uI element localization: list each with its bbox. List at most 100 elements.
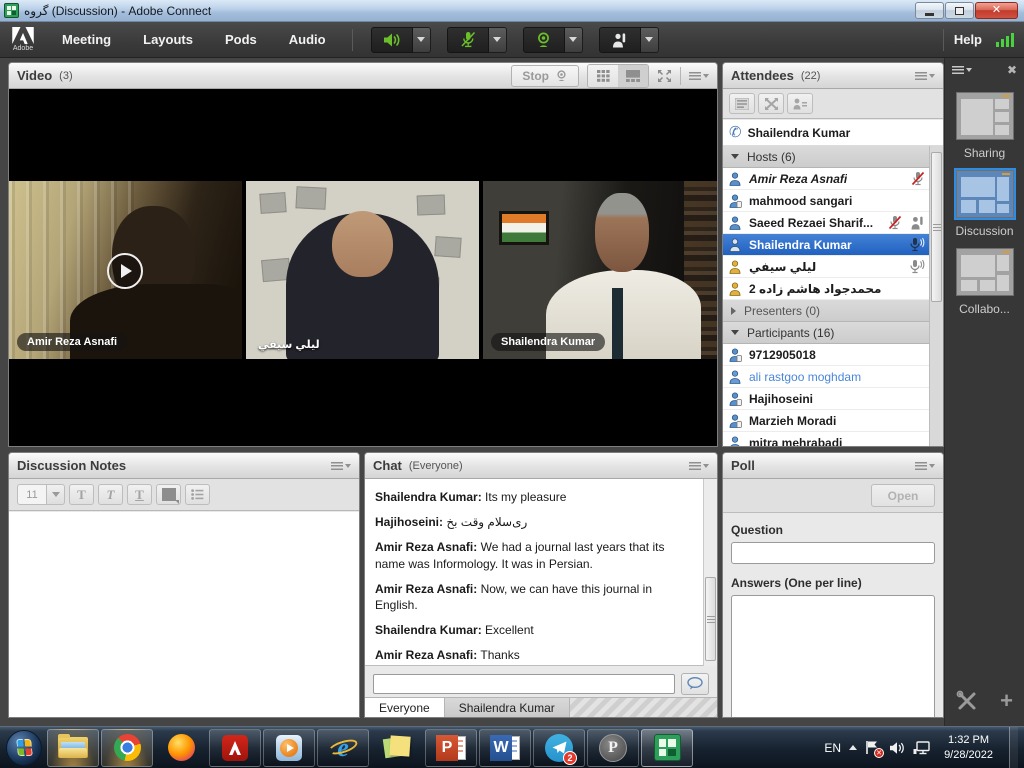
mic-muted-icon — [911, 171, 925, 186]
taskbar-powerpoint[interactable]: P — [425, 729, 477, 767]
volume-icon[interactable] — [889, 741, 905, 755]
poll-pod-menu-icon[interactable] — [915, 462, 935, 470]
italic-button[interactable]: T — [98, 484, 123, 505]
layout-bar-menu-icon[interactable] — [952, 66, 972, 74]
underline-button[interactable]: T — [127, 484, 152, 505]
attendee-status-view-button[interactable] — [787, 93, 813, 114]
participants-section-header[interactable]: Participants (16) — [723, 322, 943, 344]
attendee-row[interactable]: Saeed Rezaei Sharif... — [723, 212, 943, 234]
notes-editor[interactable] — [9, 512, 359, 717]
restore-button[interactable] — [945, 2, 974, 19]
grid-view-button[interactable] — [588, 65, 618, 87]
presenters-section-header[interactable]: Presenters (0) — [723, 300, 943, 322]
show-desktop-button[interactable] — [1009, 727, 1018, 768]
attendee-row-selected[interactable]: Shailendra Kumar — [723, 234, 943, 256]
attendees-scrollbar[interactable] — [929, 146, 943, 446]
poll-open-button[interactable]: Open — [871, 484, 935, 507]
text-color-button[interactable] — [156, 484, 181, 505]
taskbar-psiphon[interactable]: P — [587, 729, 639, 767]
start-button[interactable] — [6, 730, 42, 766]
taskbar-clock[interactable]: 1:32 PM 9/28/2022 — [938, 733, 999, 762]
chat-input[interactable] — [373, 674, 675, 694]
attendees-pod-menu-icon[interactable] — [915, 72, 935, 80]
attendee-row[interactable]: Amir Reza Asnafi — [723, 168, 943, 190]
scrollbar-thumb[interactable] — [931, 152, 942, 302]
layout-item-collaboration[interactable]: Collabo... — [945, 248, 1024, 316]
chat-scrollbar[interactable] — [703, 479, 717, 666]
send-message-button[interactable] — [681, 673, 709, 695]
language-indicator[interactable]: EN — [824, 741, 841, 755]
breakout-view-button[interactable] — [758, 93, 784, 114]
attendee-icon — [729, 370, 742, 384]
attendee-row[interactable]: 9712905018 — [723, 344, 943, 366]
layout-tools-icon[interactable] — [956, 690, 978, 712]
taskbar-chrome[interactable] — [101, 729, 153, 767]
speaker-button[interactable] — [371, 27, 413, 53]
chat-pod-menu-icon[interactable] — [689, 462, 709, 470]
close-button[interactable]: ✕ — [975, 2, 1018, 19]
speaker-dropdown[interactable] — [413, 27, 431, 53]
chat-message-list[interactable]: Shailendra Kumar: Its my pleasure Hajiho… — [365, 479, 717, 666]
filmstrip-view-button[interactable] — [618, 65, 648, 87]
taskbar-sticky-notes[interactable] — [371, 729, 423, 767]
phone-attendee-row[interactable]: ✆ Shailendra Kumar — [723, 120, 943, 146]
layout-bar-close-icon[interactable]: ✖ — [1007, 63, 1017, 77]
minimize-button[interactable] — [915, 2, 944, 19]
raise-hand-button[interactable] — [599, 27, 641, 53]
play-overlay-icon[interactable] — [107, 253, 143, 289]
hosts-section-header[interactable]: Hosts (6) — [723, 146, 943, 168]
layout-item-sharing[interactable]: Sharing — [945, 92, 1024, 160]
layout-item-discussion[interactable]: Discussion — [945, 170, 1024, 238]
microphone-dropdown[interactable] — [489, 27, 507, 53]
taskbar-acrobat[interactable] — [209, 729, 261, 767]
stop-webcam-button[interactable]: Stop — [511, 65, 579, 87]
attendee-icon — [729, 260, 742, 274]
speech-bubble-icon — [687, 677, 703, 690]
attendee-row[interactable]: mahmood sangari — [723, 190, 943, 212]
taskbar-firefox[interactable] — [155, 729, 207, 767]
scrollbar-thumb[interactable] — [705, 577, 716, 661]
video-pod-menu-icon[interactable] — [689, 72, 709, 80]
microphone-muted-button[interactable] — [447, 27, 489, 53]
menu-pods[interactable]: Pods — [209, 22, 273, 58]
attendee-row[interactable]: ali rastgoo moghdam — [723, 366, 943, 388]
raise-hand-dropdown[interactable] — [641, 27, 659, 53]
attendee-list-view-button[interactable] — [729, 93, 755, 114]
chat-tab-everyone[interactable]: Everyone — [365, 697, 445, 717]
menu-meeting[interactable]: Meeting — [46, 22, 127, 58]
menu-audio[interactable]: Audio — [273, 22, 342, 58]
taskbar-word[interactable]: W — [479, 729, 531, 767]
taskbar-adobe-connect[interactable] — [641, 729, 693, 767]
font-size-box[interactable]: 11 — [17, 484, 47, 505]
notes-pod-menu-icon[interactable] — [331, 462, 351, 470]
taskbar-ie[interactable]: e — [317, 729, 369, 767]
network-icon[interactable] — [913, 741, 930, 755]
attendee-row[interactable]: Marzieh Moradi — [723, 410, 943, 432]
help-menu[interactable]: Help — [954, 32, 982, 47]
add-layout-icon[interactable]: + — [1000, 690, 1013, 712]
action-center-flag-icon[interactable]: ✕ — [865, 740, 881, 756]
attendee-row[interactable]: Hajihoseini — [723, 388, 943, 410]
poll-question-input[interactable] — [731, 542, 935, 564]
taskbar-explorer[interactable] — [47, 729, 99, 767]
notes-pod-header: Discussion Notes — [9, 453, 359, 479]
webcam-button[interactable] — [523, 27, 565, 53]
attendee-row[interactable]: محمدجواد هاشم زاده 2 — [723, 278, 943, 300]
attendee-name: mahmood sangari — [749, 194, 852, 208]
chat-tab-shailendra[interactable]: Shailendra Kumar — [445, 697, 570, 717]
menu-layouts[interactable]: Layouts — [127, 22, 209, 58]
bold-button[interactable]: T — [69, 484, 94, 505]
webcam-small-icon — [555, 70, 568, 82]
fullscreen-icon[interactable] — [657, 69, 672, 83]
bullet-list-button[interactable] — [185, 484, 210, 505]
show-hidden-icons-button[interactable] — [849, 745, 857, 750]
attendee-row[interactable]: ليلي سيفي — [723, 256, 943, 278]
taskbar-wmp[interactable] — [263, 729, 315, 767]
webcam-dropdown[interactable] — [565, 27, 583, 53]
status-view-icon — [793, 98, 807, 110]
attendee-row[interactable]: mitra mehrabadi — [723, 432, 943, 447]
poll-answers-textarea[interactable] — [731, 595, 935, 718]
taskbar-telegram[interactable]: 2 — [533, 729, 585, 767]
stop-label: Stop — [522, 69, 549, 83]
font-size-dropdown[interactable] — [47, 484, 65, 505]
